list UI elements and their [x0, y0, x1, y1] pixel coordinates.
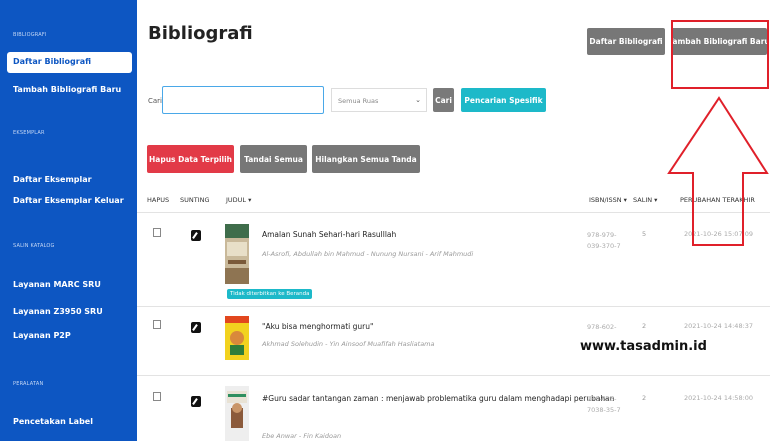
annotation-arrow-icon — [667, 96, 769, 246]
